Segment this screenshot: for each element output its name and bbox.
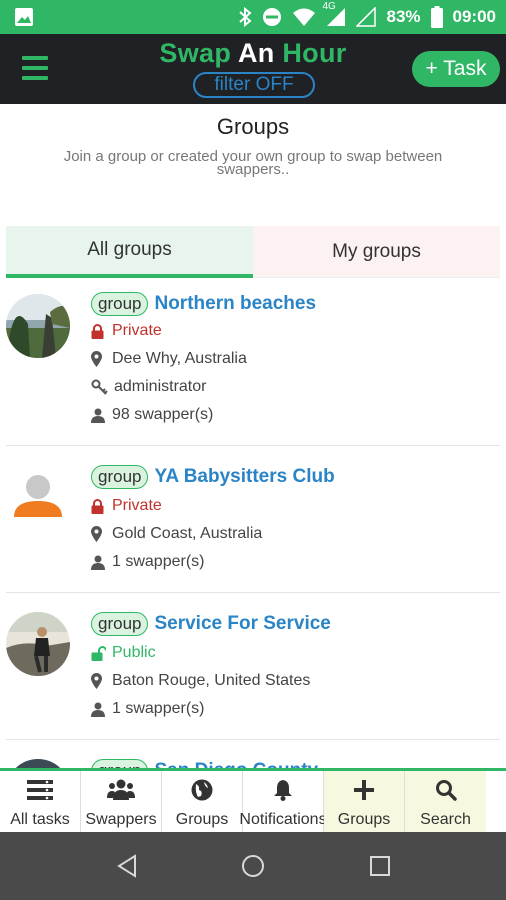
app-title-an: An [237,38,275,68]
bluetooth-icon [238,7,253,27]
role-row: administrator [91,376,206,398]
nav-label: All tasks [10,811,70,828]
group-tabs: All groups My groups [6,226,500,278]
back-icon[interactable] [116,854,138,883]
group-card[interactable]: group Northern beaches Private Dee Why, … [6,290,500,446]
user-icon [91,408,109,423]
nav-all-tasks[interactable]: All tasks [0,771,81,832]
lock-icon [91,323,109,339]
location-label: Baton Rouge, United States [112,672,311,689]
group-name[interactable]: YA Babysitters Club [154,466,334,488]
group-card[interactable]: group Service For Service Public Baton R… [6,594,500,740]
nav-add-group[interactable]: Groups [324,771,405,832]
search-icon [435,779,457,806]
map-pin-icon [91,673,109,689]
nav-label: Notifications [239,811,327,828]
members-label: 1 swapper(s) [112,700,205,717]
members-label: 1 swapper(s) [112,553,205,570]
location-row: Dee Why, Australia [91,348,247,370]
members-row: 98 swapper(s) [91,404,213,426]
privacy-label: Private [112,322,162,339]
tab-my-groups[interactable]: My groups [253,226,500,278]
battery-percent: 83% [386,7,421,26]
members-row: 1 swapper(s) [91,551,204,573]
app-bar: Swap An Hour filter OFF + Task [0,34,506,104]
page-subtitle: Join a group or created your own group t… [63,148,443,178]
home-icon[interactable] [241,854,265,883]
privacy-row: Private [91,320,162,342]
group-name[interactable]: Northern beaches [154,293,316,315]
people-icon [107,779,135,806]
group-badge: group [91,292,149,316]
bell-icon [273,779,293,806]
user-icon [91,555,109,570]
plus-icon [354,779,374,806]
members-row: 1 swapper(s) [91,698,204,720]
nav-swappers[interactable]: Swappers [81,771,162,832]
wifi-icon [292,7,316,27]
tab-all-groups[interactable]: All groups [6,226,253,278]
bottom-navigation: All tasks Swappers Groups Notifications … [0,768,506,832]
page-title: Groups [216,114,290,139]
gallery-notification-icon [14,7,34,32]
nav-label: Groups [175,811,229,828]
members-label: 98 swapper(s) [112,406,214,423]
nav-notifications[interactable]: Notifications [239,771,327,832]
role-label: administrator [114,378,207,395]
nav-label: Groups [337,811,391,828]
signal-empty-icon [356,7,377,27]
add-task-button[interactable]: + Task [412,51,500,87]
network-type: 4G [322,1,336,12]
group-card[interactable]: group YA Babysitters Club Private Gold C… [6,447,500,593]
location-label: Gold Coast, Australia [112,525,263,542]
privacy-label: Private [112,497,162,514]
filter-toggle-button[interactable]: filter OFF [193,72,315,98]
lock-icon [91,498,109,514]
group-badge: group [91,465,149,489]
location-row: Gold Coast, Australia [91,523,262,545]
status-bar: 4G 83% 09:00 [0,0,506,34]
location-label: Dee Why, Australia [112,350,247,367]
map-pin-icon [91,351,109,367]
group-name[interactable]: Service For Service [154,613,330,635]
nav-groups[interactable]: Groups [162,771,243,832]
clock: 09:00 [452,7,496,26]
map-pin-icon [91,526,109,542]
signal-icon: 4G [322,1,346,27]
privacy-row: Public [91,642,156,664]
nav-label: Swappers [85,811,157,828]
privacy-row: Private [91,495,162,517]
group-avatar [6,612,70,676]
nav-search[interactable]: Search [405,771,486,832]
battery-icon [430,6,443,28]
group-badge: group [91,612,149,636]
app-title-hour: Hour [282,38,347,68]
screen: { "status_bar": { "battery": "83%", "tim… [0,0,506,900]
group-avatar [6,465,70,529]
unlock-icon [91,645,109,661]
list-icon [27,779,53,806]
globe-icon [191,779,213,806]
do-not-disturb-icon [262,7,282,27]
key-icon [91,379,109,396]
system-navigation-bar [0,832,506,900]
recents-icon[interactable] [369,854,391,883]
privacy-label: Public [112,644,156,661]
nav-label: Search [420,811,471,828]
user-icon [91,702,109,717]
app-title-swap: Swap [159,38,232,68]
group-avatar [6,294,70,358]
location-row: Baton Rouge, United States [91,670,310,692]
